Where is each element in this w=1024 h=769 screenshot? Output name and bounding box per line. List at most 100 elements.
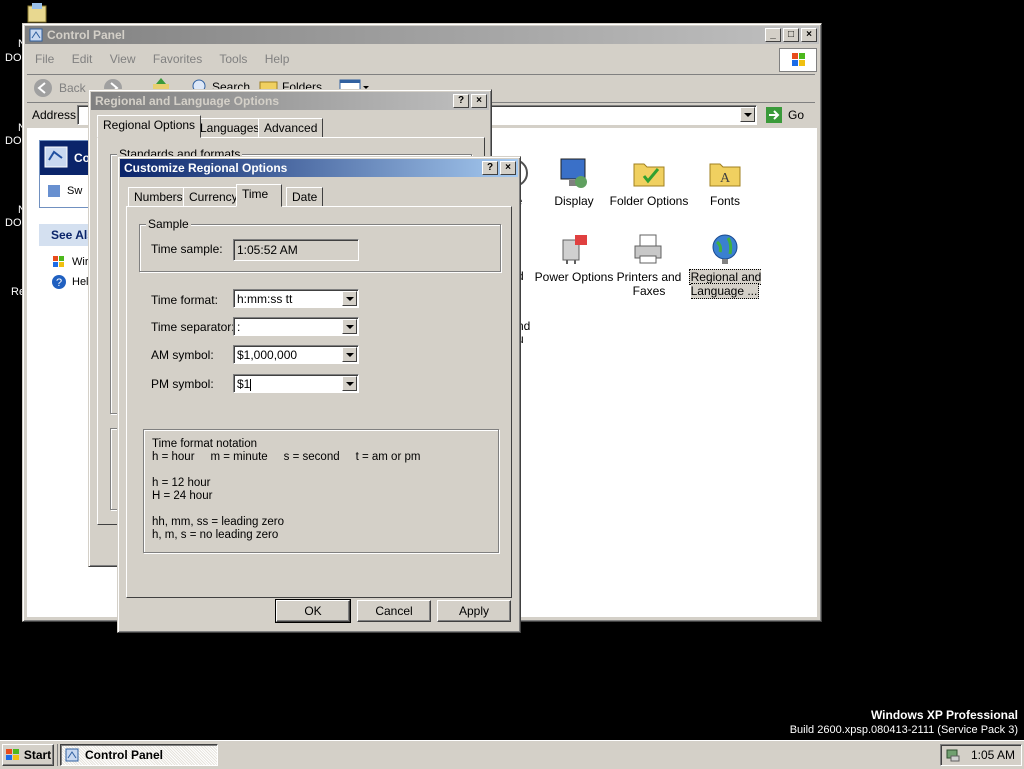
see-also-item[interactable]: ? Hel <box>51 274 89 290</box>
menu-favorites[interactable]: Favorites <box>153 52 202 66</box>
control-panel-icon <box>29 28 43 42</box>
start-button[interactable]: Start <box>2 744 54 766</box>
notation-group: Time format notation h = hour m = minute… <box>143 429 499 553</box>
cp-icon-label: Regional and Language ... <box>688 269 762 299</box>
notation-line: h, m, s = no leading zero <box>152 529 279 541</box>
go-arrow-icon <box>766 107 782 123</box>
printers-icon <box>632 232 666 266</box>
pm-symbol-combo[interactable]: $1 <box>233 374 359 393</box>
folder-options-icon <box>632 156 666 190</box>
cp-icon-label: Power Options <box>534 270 614 284</box>
back-label: Back <box>59 81 86 95</box>
os-build: Build 2600.xpsp.080413-2111 (Service Pac… <box>789 724 1018 736</box>
pm-symbol-dropdown-arrow[interactable] <box>342 376 357 391</box>
cp-icon-regional-language[interactable]: Regional and Language ... <box>685 232 765 299</box>
menu-file[interactable]: File <box>35 52 54 66</box>
menu-view[interactable]: View <box>110 52 136 66</box>
switch-view-link[interactable]: Sw <box>46 183 82 199</box>
control-panel-large-icon <box>44 146 68 168</box>
regional-dialog-titlebar[interactable]: Regional and Language Options ? × <box>91 92 489 110</box>
control-panel-titlebar[interactable]: Control Panel _ □ × <box>25 26 819 44</box>
system-tray: 1:05 AM <box>940 744 1022 766</box>
time-sample-label: Time sample: <box>151 242 223 256</box>
windows-flag-icon <box>5 749 19 760</box>
cp-icon-label: Display <box>554 194 594 208</box>
tab-time[interactable]: Time <box>236 184 282 207</box>
time-format-dropdown-arrow[interactable] <box>342 291 357 306</box>
tab-regional-options[interactable]: Regional Options <box>97 115 202 138</box>
clock[interactable]: 1:05 AM <box>971 748 1015 762</box>
cp-icon-folder-options[interactable]: Folder Options <box>599 156 699 208</box>
time-separator-label: Time separator: <box>151 320 235 334</box>
taskbar: Start Control Panel 1:05 AM <box>0 740 1024 769</box>
address-dropdown-arrow[interactable] <box>740 107 755 122</box>
notation-line: h = hour m = minute s = second t = am or… <box>152 451 421 463</box>
close-button[interactable]: × <box>471 94 487 108</box>
time-sample-field: 1:05:52 AM <box>233 239 359 261</box>
cp-icon-printers[interactable]: Printers and Faxes <box>609 232 689 298</box>
tab-numbers[interactable]: Numbers <box>128 187 189 207</box>
ok-button[interactable]: OK <box>275 599 351 623</box>
apply-button[interactable]: Apply <box>437 600 511 622</box>
notation-text: Time format notation h = hour m = minute… <box>152 438 420 542</box>
maximize-button[interactable]: □ <box>783 28 799 42</box>
menu-edit[interactable]: Edit <box>72 52 93 66</box>
customize-dialog-titlebar[interactable]: Customize Regional Options ? × <box>120 159 518 177</box>
help-icon: ? <box>52 275 66 289</box>
pm-symbol-value: $1 <box>237 377 251 391</box>
os-name: Windows XP Professional <box>870 708 1018 722</box>
cp-icon-fonts[interactable]: A Fonts <box>685 156 765 208</box>
time-format-label: Time format: <box>151 293 218 307</box>
customize-tabs: Numbers Currency Time Date <box>126 184 506 207</box>
taskbar-task-control-panel[interactable]: Control Panel <box>60 744 218 766</box>
see-also-item[interactable]: Wir <box>51 254 89 270</box>
notation-line: H = 24 hour <box>152 490 213 502</box>
time-format-combo[interactable]: h:mm:ss tt <box>233 289 359 308</box>
tab-date[interactable]: Date <box>286 187 324 207</box>
go-button[interactable]: Go <box>765 106 804 124</box>
notation-line: hh, mm, ss = leading zero <box>152 516 284 528</box>
close-button[interactable]: × <box>500 161 516 175</box>
menu-help[interactable]: Help <box>265 52 290 66</box>
start-label: Start <box>23 748 52 762</box>
time-separator-value: : <box>237 320 241 334</box>
address-label: Address <box>32 108 77 122</box>
help-button[interactable]: ? <box>482 161 498 175</box>
os-version-watermark: Windows XP Professional Build 2600.xpsp.… <box>790 708 1018 736</box>
svg-text:?: ? <box>56 277 62 289</box>
tab-languages[interactable]: Languages <box>194 118 266 138</box>
time-separator-dropdown-arrow[interactable] <box>342 319 357 334</box>
svg-text:A: A <box>720 171 731 186</box>
cancel-button[interactable]: Cancel <box>357 600 431 622</box>
go-label: Go <box>788 108 805 122</box>
help-button[interactable]: ? <box>453 94 469 108</box>
regional-dialog-title: Regional and Language Options <box>95 94 280 108</box>
customize-regional-dialog[interactable]: Customize Regional Options ? × Numbers C… <box>117 156 521 633</box>
control-panel-icon <box>65 748 79 762</box>
tab-advanced[interactable]: Advanced <box>258 118 324 138</box>
control-panel-title: Control Panel <box>47 28 126 42</box>
back-arrow-icon <box>34 79 52 97</box>
close-button[interactable]: × <box>801 28 817 42</box>
see-also-item-label: Hel <box>72 276 89 288</box>
cp-icon-power-options[interactable]: Power Options <box>534 232 614 284</box>
tray-network-icon[interactable] <box>945 747 961 763</box>
customize-dialog-title: Customize Regional Options <box>124 161 288 175</box>
am-symbol-combo[interactable]: $1,000,000 <box>233 345 359 364</box>
menu-tools[interactable]: Tools <box>219 52 247 66</box>
back-button[interactable]: Back <box>33 78 86 98</box>
time-tab-panel: Sample Time sample: 1:05:52 AM Time form… <box>126 206 512 598</box>
tab-currency[interactable]: Currency <box>183 187 244 207</box>
see-also-item-label: Wir <box>72 256 89 268</box>
am-symbol-label: AM symbol: <box>151 348 214 362</box>
am-symbol-dropdown-arrow[interactable] <box>342 347 357 362</box>
menu-bar: File Edit View Favorites Tools Help <box>35 52 303 66</box>
time-format-value: h:mm:ss tt <box>237 292 293 306</box>
time-separator-combo[interactable]: : <box>233 317 359 336</box>
power-options-icon <box>557 232 591 266</box>
minimize-button[interactable]: _ <box>765 28 781 42</box>
cp-icon-label: Folder Options <box>609 194 689 208</box>
windows-logo <box>779 48 817 72</box>
globe-icon <box>708 232 742 266</box>
switch-view-icon <box>48 185 60 197</box>
